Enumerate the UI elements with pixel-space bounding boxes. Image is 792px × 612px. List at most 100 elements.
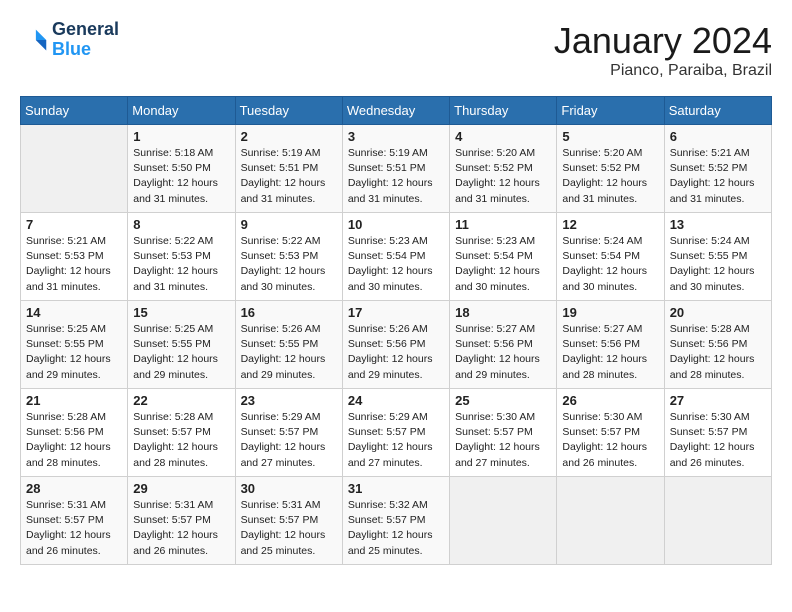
week-row-5: 28 Sunrise: 5:31 AMSunset: 5:57 PMDayligh… (21, 477, 772, 565)
header-cell-tuesday: Tuesday (235, 97, 342, 125)
day-number: 24 (348, 393, 444, 408)
header-row: SundayMondayTuesdayWednesdayThursdayFrid… (21, 97, 772, 125)
day-info: Sunrise: 5:22 AMSunset: 5:53 PMDaylight:… (133, 234, 229, 295)
day-cell: 24Sunrise: 5:29 AMSunset: 5:57 PMDayligh… (342, 389, 449, 477)
day-cell: 23 Sunrise: 5:29 AMSunset: 5:57 PMDayligh… (235, 389, 342, 477)
logo-text: General Blue (52, 20, 119, 60)
day-info: Sunrise: 5:29 AMSunset: 5:57 PMDaylight:… (241, 410, 337, 471)
day-info: Sunrise: 5:20 AMSunset: 5:52 PMDaylight:… (455, 146, 551, 207)
header-cell-saturday: Saturday (664, 97, 771, 125)
day-cell: 9 Sunrise: 5:22 AMSunset: 5:53 PMDaylight… (235, 213, 342, 301)
day-cell: 3 Sunrise: 5:19 AMSunset: 5:51 PMDaylight… (342, 125, 449, 213)
day-cell: 25 Sunrise: 5:30 AMSunset: 5:57 PMDayligh… (450, 389, 557, 477)
day-number: 19 (562, 305, 658, 320)
day-number: 20 (670, 305, 766, 320)
day-info: Sunrise: 5:21 AMSunset: 5:52 PMDaylight:… (670, 146, 766, 207)
day-number: 16 (241, 305, 337, 320)
day-number: 23 (241, 393, 337, 408)
day-info: Sunrise: 5:19 AMSunset: 5:51 PMDaylight:… (241, 146, 337, 207)
calendar-table: SundayMondayTuesdayWednesdayThursdayFrid… (20, 96, 772, 565)
day-cell: 14Sunrise: 5:25 AMSunset: 5:55 PMDayligh… (21, 301, 128, 389)
day-info: Sunrise: 5:21 AMSunset: 5:53 PMDaylight:… (26, 234, 122, 295)
day-number: 27 (670, 393, 766, 408)
day-cell: 8 Sunrise: 5:22 AMSunset: 5:53 PMDaylight… (128, 213, 235, 301)
day-number: 31 (348, 481, 444, 496)
day-info: Sunrise: 5:32 AMSunset: 5:57 PMDaylight:… (348, 498, 444, 559)
day-info: Sunrise: 5:30 AMSunset: 5:57 PMDaylight:… (670, 410, 766, 471)
day-number: 18 (455, 305, 551, 320)
day-number: 28 (26, 481, 122, 496)
day-cell: 6 Sunrise: 5:21 AMSunset: 5:52 PMDaylight… (664, 125, 771, 213)
month-title: January 2024 (554, 20, 772, 62)
day-cell: 26 Sunrise: 5:30 AMSunset: 5:57 PMDayligh… (557, 389, 664, 477)
day-number: 25 (455, 393, 551, 408)
day-number: 14 (26, 305, 122, 320)
day-cell: 2 Sunrise: 5:19 AMSunset: 5:51 PMDaylight… (235, 125, 342, 213)
day-number: 2 (241, 129, 337, 144)
day-number: 15 (133, 305, 229, 320)
header-cell-friday: Friday (557, 97, 664, 125)
day-info: Sunrise: 5:31 AMSunset: 5:57 PMDaylight:… (241, 498, 337, 559)
day-number: 22 (133, 393, 229, 408)
day-cell: 31 Sunrise: 5:32 AMSunset: 5:57 PMDayligh… (342, 477, 449, 565)
day-info: Sunrise: 5:23 AMSunset: 5:54 PMDaylight:… (348, 234, 444, 295)
day-cell: 20Sunrise: 5:28 AMSunset: 5:56 PMDayligh… (664, 301, 771, 389)
header-cell-sunday: Sunday (21, 97, 128, 125)
day-number: 30 (241, 481, 337, 496)
header-cell-wednesday: Wednesday (342, 97, 449, 125)
page-header: General Blue January 2024 Pianco, Paraib… (20, 20, 772, 80)
day-cell: 27 Sunrise: 5:30 AMSunset: 5:57 PMDayligh… (664, 389, 771, 477)
day-info: Sunrise: 5:30 AMSunset: 5:57 PMDaylight:… (562, 410, 658, 471)
day-cell: 12Sunrise: 5:24 AMSunset: 5:54 PMDayligh… (557, 213, 664, 301)
day-info: Sunrise: 5:18 AMSunset: 5:50 PMDaylight:… (133, 146, 229, 207)
day-info: Sunrise: 5:20 AMSunset: 5:52 PMDaylight:… (562, 146, 658, 207)
day-number: 9 (241, 217, 337, 232)
day-cell: 16 Sunrise: 5:26 AMSunset: 5:55 PMDayligh… (235, 301, 342, 389)
day-cell: 7Sunrise: 5:21 AMSunset: 5:53 PMDaylight… (21, 213, 128, 301)
day-cell: 30 Sunrise: 5:31 AMSunset: 5:57 PMDayligh… (235, 477, 342, 565)
week-row-2: 7Sunrise: 5:21 AMSunset: 5:53 PMDaylight… (21, 213, 772, 301)
logo-icon (20, 26, 48, 54)
day-info: Sunrise: 5:26 AMSunset: 5:55 PMDaylight:… (241, 322, 337, 383)
day-number: 10 (348, 217, 444, 232)
day-cell: 18Sunrise: 5:27 AMSunset: 5:56 PMDayligh… (450, 301, 557, 389)
day-cell: 21 Sunrise: 5:28 AMSunset: 5:56 PMDayligh… (21, 389, 128, 477)
logo: General Blue (20, 20, 119, 60)
day-number: 17 (348, 305, 444, 320)
day-cell: 13Sunrise: 5:24 AMSunset: 5:55 PMDayligh… (664, 213, 771, 301)
day-number: 6 (670, 129, 766, 144)
day-number: 1 (133, 129, 229, 144)
day-number: 11 (455, 217, 551, 232)
day-cell: 10 Sunrise: 5:23 AMSunset: 5:54 PMDayligh… (342, 213, 449, 301)
day-info: Sunrise: 5:27 AMSunset: 5:56 PMDaylight:… (562, 322, 658, 383)
day-cell: 1 Sunrise: 5:18 AMSunset: 5:50 PMDaylight… (128, 125, 235, 213)
day-number: 3 (348, 129, 444, 144)
day-cell (557, 477, 664, 565)
day-number: 26 (562, 393, 658, 408)
day-cell: 19 Sunrise: 5:27 AMSunset: 5:56 PMDayligh… (557, 301, 664, 389)
day-info: Sunrise: 5:28 AMSunset: 5:56 PMDaylight:… (26, 410, 122, 471)
day-cell: 17 Sunrise: 5:26 AMSunset: 5:56 PMDayligh… (342, 301, 449, 389)
day-cell: 28Sunrise: 5:31 AMSunset: 5:57 PMDayligh… (21, 477, 128, 565)
day-cell: 29Sunrise: 5:31 AMSunset: 5:57 PMDayligh… (128, 477, 235, 565)
day-info: Sunrise: 5:22 AMSunset: 5:53 PMDaylight:… (241, 234, 337, 295)
day-info: Sunrise: 5:30 AMSunset: 5:57 PMDaylight:… (455, 410, 551, 471)
title-block: January 2024 Pianco, Paraiba, Brazil (554, 20, 772, 80)
day-number: 21 (26, 393, 122, 408)
week-row-3: 14 Sunrise: 5:25 AMSunset: 5:55 PMDayligh… (21, 301, 772, 389)
day-number: 4 (455, 129, 551, 144)
day-number: 8 (133, 217, 229, 232)
day-info: Sunrise: 5:26 AMSunset: 5:56 PMDaylight:… (348, 322, 444, 383)
day-cell (21, 125, 128, 213)
day-info: Sunrise: 5:25 AMSunset: 5:55 PMDaylight:… (133, 322, 229, 383)
day-info: Sunrise: 5:19 AMSunset: 5:51 PMDaylight:… (348, 146, 444, 207)
day-cell: 5Sunrise: 5:20 AMSunset: 5:52 PMDaylight… (557, 125, 664, 213)
week-row-1: 1 Sunrise: 5:18 AMSunset: 5:50 PMDaylight… (21, 125, 772, 213)
day-cell: 15 Sunrise: 5:25 AMSunset: 5:55 PMDayligh… (128, 301, 235, 389)
week-row-4: 21 Sunrise: 5:28 AMSunset: 5:56 PMDayligh… (21, 389, 772, 477)
day-number: 13 (670, 217, 766, 232)
day-number: 29 (133, 481, 229, 496)
day-cell: 4 Sunrise: 5:20 AMSunset: 5:52 PMDaylight… (450, 125, 557, 213)
day-cell: 22Sunrise: 5:28 AMSunset: 5:57 PMDayligh… (128, 389, 235, 477)
day-info: Sunrise: 5:23 AMSunset: 5:54 PMDaylight:… (455, 234, 551, 295)
